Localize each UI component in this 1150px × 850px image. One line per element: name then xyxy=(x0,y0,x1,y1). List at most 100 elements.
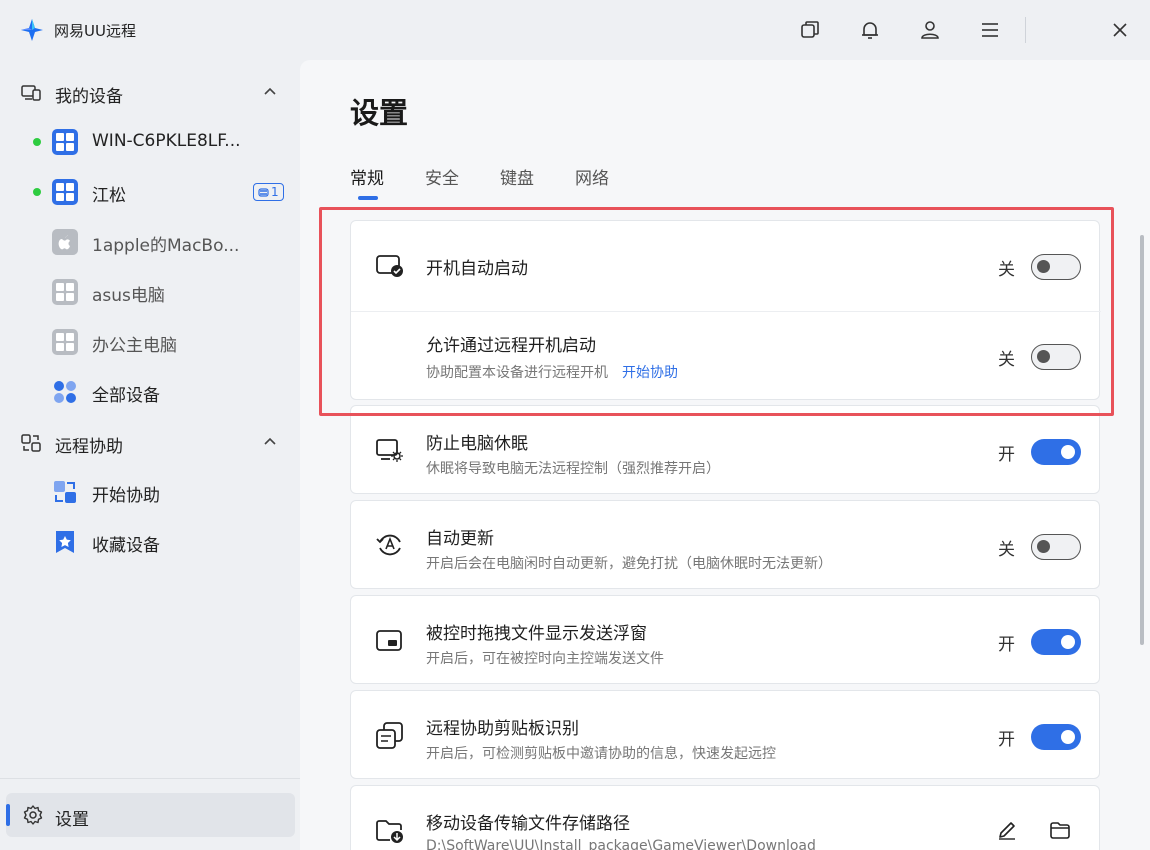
session-badge: 1 xyxy=(253,183,284,201)
setting-title: 防止电脑休眠 xyxy=(426,434,528,454)
online-dot xyxy=(33,188,41,196)
tab-general[interactable]: 常规 xyxy=(350,164,384,189)
device-label: 全部设备 xyxy=(92,386,160,406)
auto-update-toggle[interactable] xyxy=(1031,534,1081,560)
device-label: 办公主电脑 xyxy=(92,336,177,356)
setting-desc: D:\SoftWare\UU\Install_package\GameViewe… xyxy=(426,838,816,850)
device-label: WIN-C6PKLE8LF... xyxy=(92,131,241,151)
close-button[interactable] xyxy=(1104,14,1136,46)
settings-label: 设置 xyxy=(55,810,89,830)
setting-row-storage-path: 移动设备传输文件存储路径 D:\SoftWare\UU\Install_pack… xyxy=(351,786,1101,850)
app-title: 网易UU远程 xyxy=(54,22,136,40)
setting-desc: 开启后会在电脑闲时自动更新，避免打扰（电脑休眠时无法更新） xyxy=(426,556,832,572)
notifications-button[interactable] xyxy=(854,14,886,46)
user-icon xyxy=(921,21,939,39)
setting-state: 关 xyxy=(998,350,1015,370)
device-label: asus电脑 xyxy=(92,286,165,306)
remote-assist-header[interactable]: 远程协助 xyxy=(0,422,300,462)
windows-icon xyxy=(52,179,78,205)
setting-row-auto-start: 开机自动启动 关 xyxy=(351,221,1101,311)
clipboard-card: 远程协助剪贴板识别 开启后，可检测剪贴板中邀请协助的信息，快速发起远控 开 xyxy=(350,690,1100,779)
menu-button[interactable] xyxy=(974,14,1006,46)
prevent-sleep-toggle[interactable] xyxy=(1031,439,1081,465)
setting-title: 自动更新 xyxy=(426,529,494,549)
my-devices-label: 我的设备 xyxy=(55,87,123,107)
sidebar-divider xyxy=(0,778,300,779)
storage-path-card: 移动设备传输文件存储路径 D:\SoftWare\UU\Install_pack… xyxy=(350,785,1100,850)
uu-logo-icon xyxy=(21,19,43,41)
setting-row-remote-boot: 允许通过远程开机启动 协助配置本设备进行远程开机 开始协助 关 xyxy=(351,311,1101,401)
windows-icon xyxy=(52,279,78,305)
sidebar-item-start-assist[interactable]: 开始协助 xyxy=(0,469,300,515)
settings-panel: 设置 常规 安全 键盘 网络 开机自动启动 关 允许通过远程开机启动 协助配置本… xyxy=(300,60,1150,850)
device-item-macbook[interactable]: 1apple的MacBo... xyxy=(0,219,300,265)
tab-network[interactable]: 网络 xyxy=(575,164,609,189)
chevron-up-icon xyxy=(264,87,276,95)
multi-window-icon xyxy=(801,21,819,38)
setting-row-clipboard: 远程协助剪贴板识别 开启后，可检测剪贴板中邀请协助的信息，快速发起远控 开 xyxy=(351,691,1101,780)
bell-icon xyxy=(862,22,878,39)
setting-desc: 开启后，可在被控时向主控端发送文件 xyxy=(426,651,664,667)
my-devices-header[interactable]: 我的设备 xyxy=(0,72,300,112)
drag-file-float-toggle[interactable] xyxy=(1031,629,1081,655)
bookmark-star-icon xyxy=(56,531,74,553)
remote-assist-icon xyxy=(21,434,41,452)
gear-icon xyxy=(23,805,43,825)
clipboard-icon xyxy=(376,722,403,749)
start-assist-icon xyxy=(54,481,76,503)
page-title: 设置 xyxy=(350,96,409,130)
edit-pencil-icon[interactable] xyxy=(996,819,1018,841)
active-indicator xyxy=(6,804,10,826)
devices-icon xyxy=(21,85,41,101)
open-folder-icon[interactable] xyxy=(1049,819,1071,841)
setting-desc: 开启后，可检测剪贴板中邀请协助的信息，快速发起远控 xyxy=(426,746,776,762)
device-item-all[interactable]: 全部设备 xyxy=(0,369,300,415)
device-item-jiangsong[interactable]: 江松 1 xyxy=(0,169,300,215)
floating-window-icon xyxy=(376,630,402,651)
device-item-office-pc[interactable]: 办公主电脑 xyxy=(0,319,300,365)
window-switch-button[interactable] xyxy=(794,14,826,46)
setting-state: 关 xyxy=(998,540,1015,560)
device-label: 江松 xyxy=(92,186,126,206)
startup-settings-card: 开机自动启动 关 允许通过远程开机启动 协助配置本设备进行远程开机 开始协助 关 xyxy=(350,220,1101,401)
setting-row-auto-update: 自动更新 开启后会在电脑闲时自动更新，避免打扰（电脑休眠时无法更新） 关 xyxy=(351,501,1101,590)
auto-start-toggle[interactable] xyxy=(1031,254,1081,280)
setting-title: 移动设备传输文件存储路径 xyxy=(426,814,630,834)
folder-download-icon xyxy=(376,820,403,843)
monitor-sun-icon xyxy=(376,439,403,462)
device-item-win-c6pkle8lf[interactable]: WIN-C6PKLE8LF... xyxy=(0,119,300,165)
auto-update-card: 自动更新 开启后会在电脑闲时自动更新，避免打扰（电脑休眠时无法更新） 关 xyxy=(350,500,1100,589)
tab-security[interactable]: 安全 xyxy=(425,164,459,189)
monitor-check-icon xyxy=(376,255,403,277)
sidebar-item-label: 开始协助 xyxy=(92,486,160,506)
setting-state: 开 xyxy=(998,445,1015,465)
drag-file-float-card: 被控时拖拽文件显示发送浮窗 开启后，可在被控时向主控端发送文件 开 xyxy=(350,595,1100,684)
setting-title: 被控时拖拽文件显示发送浮窗 xyxy=(426,624,647,644)
sidebar-item-settings[interactable]: 设置 xyxy=(6,793,295,837)
prevent-sleep-card: 防止电脑休眠 休眠将导致电脑无法远程控制（强烈推荐开启） 开 xyxy=(350,405,1100,494)
setting-title: 开机自动启动 xyxy=(426,259,528,279)
auto-update-icon xyxy=(376,534,401,556)
title-bar: 网易UU远程 xyxy=(0,0,1150,60)
sidebar-item-favorites[interactable]: 收藏设备 xyxy=(0,519,300,565)
clipboard-toggle[interactable] xyxy=(1031,724,1081,750)
setting-desc: 协助配置本设备进行远程开机 开始协助 xyxy=(426,365,678,381)
device-label: 1apple的MacBo... xyxy=(92,236,240,256)
sidebar: 我的设备 WIN-C6PKLE8LF... 江松 1 1apple的MacBo.… xyxy=(0,60,300,850)
chevron-up-icon xyxy=(264,437,276,445)
scrollbar[interactable] xyxy=(1140,235,1144,645)
tab-keyboard[interactable]: 键盘 xyxy=(500,164,534,189)
close-icon xyxy=(1113,23,1127,37)
start-assist-link[interactable]: 开始协助 xyxy=(622,365,678,381)
remote-boot-toggle[interactable] xyxy=(1031,344,1081,370)
account-button[interactable] xyxy=(914,14,946,46)
setting-title: 允许通过远程开机启动 xyxy=(426,336,596,356)
link-icon xyxy=(258,187,269,197)
setting-state: 开 xyxy=(998,730,1015,750)
setting-row-drag-file-float: 被控时拖拽文件显示发送浮窗 开启后，可在被控时向主控端发送文件 开 xyxy=(351,596,1101,685)
all-devices-icon xyxy=(54,381,76,403)
device-item-asus[interactable]: asus电脑 xyxy=(0,269,300,315)
setting-state: 关 xyxy=(998,260,1015,280)
sidebar-item-label: 收藏设备 xyxy=(92,536,160,556)
hamburger-menu-icon xyxy=(982,23,998,37)
